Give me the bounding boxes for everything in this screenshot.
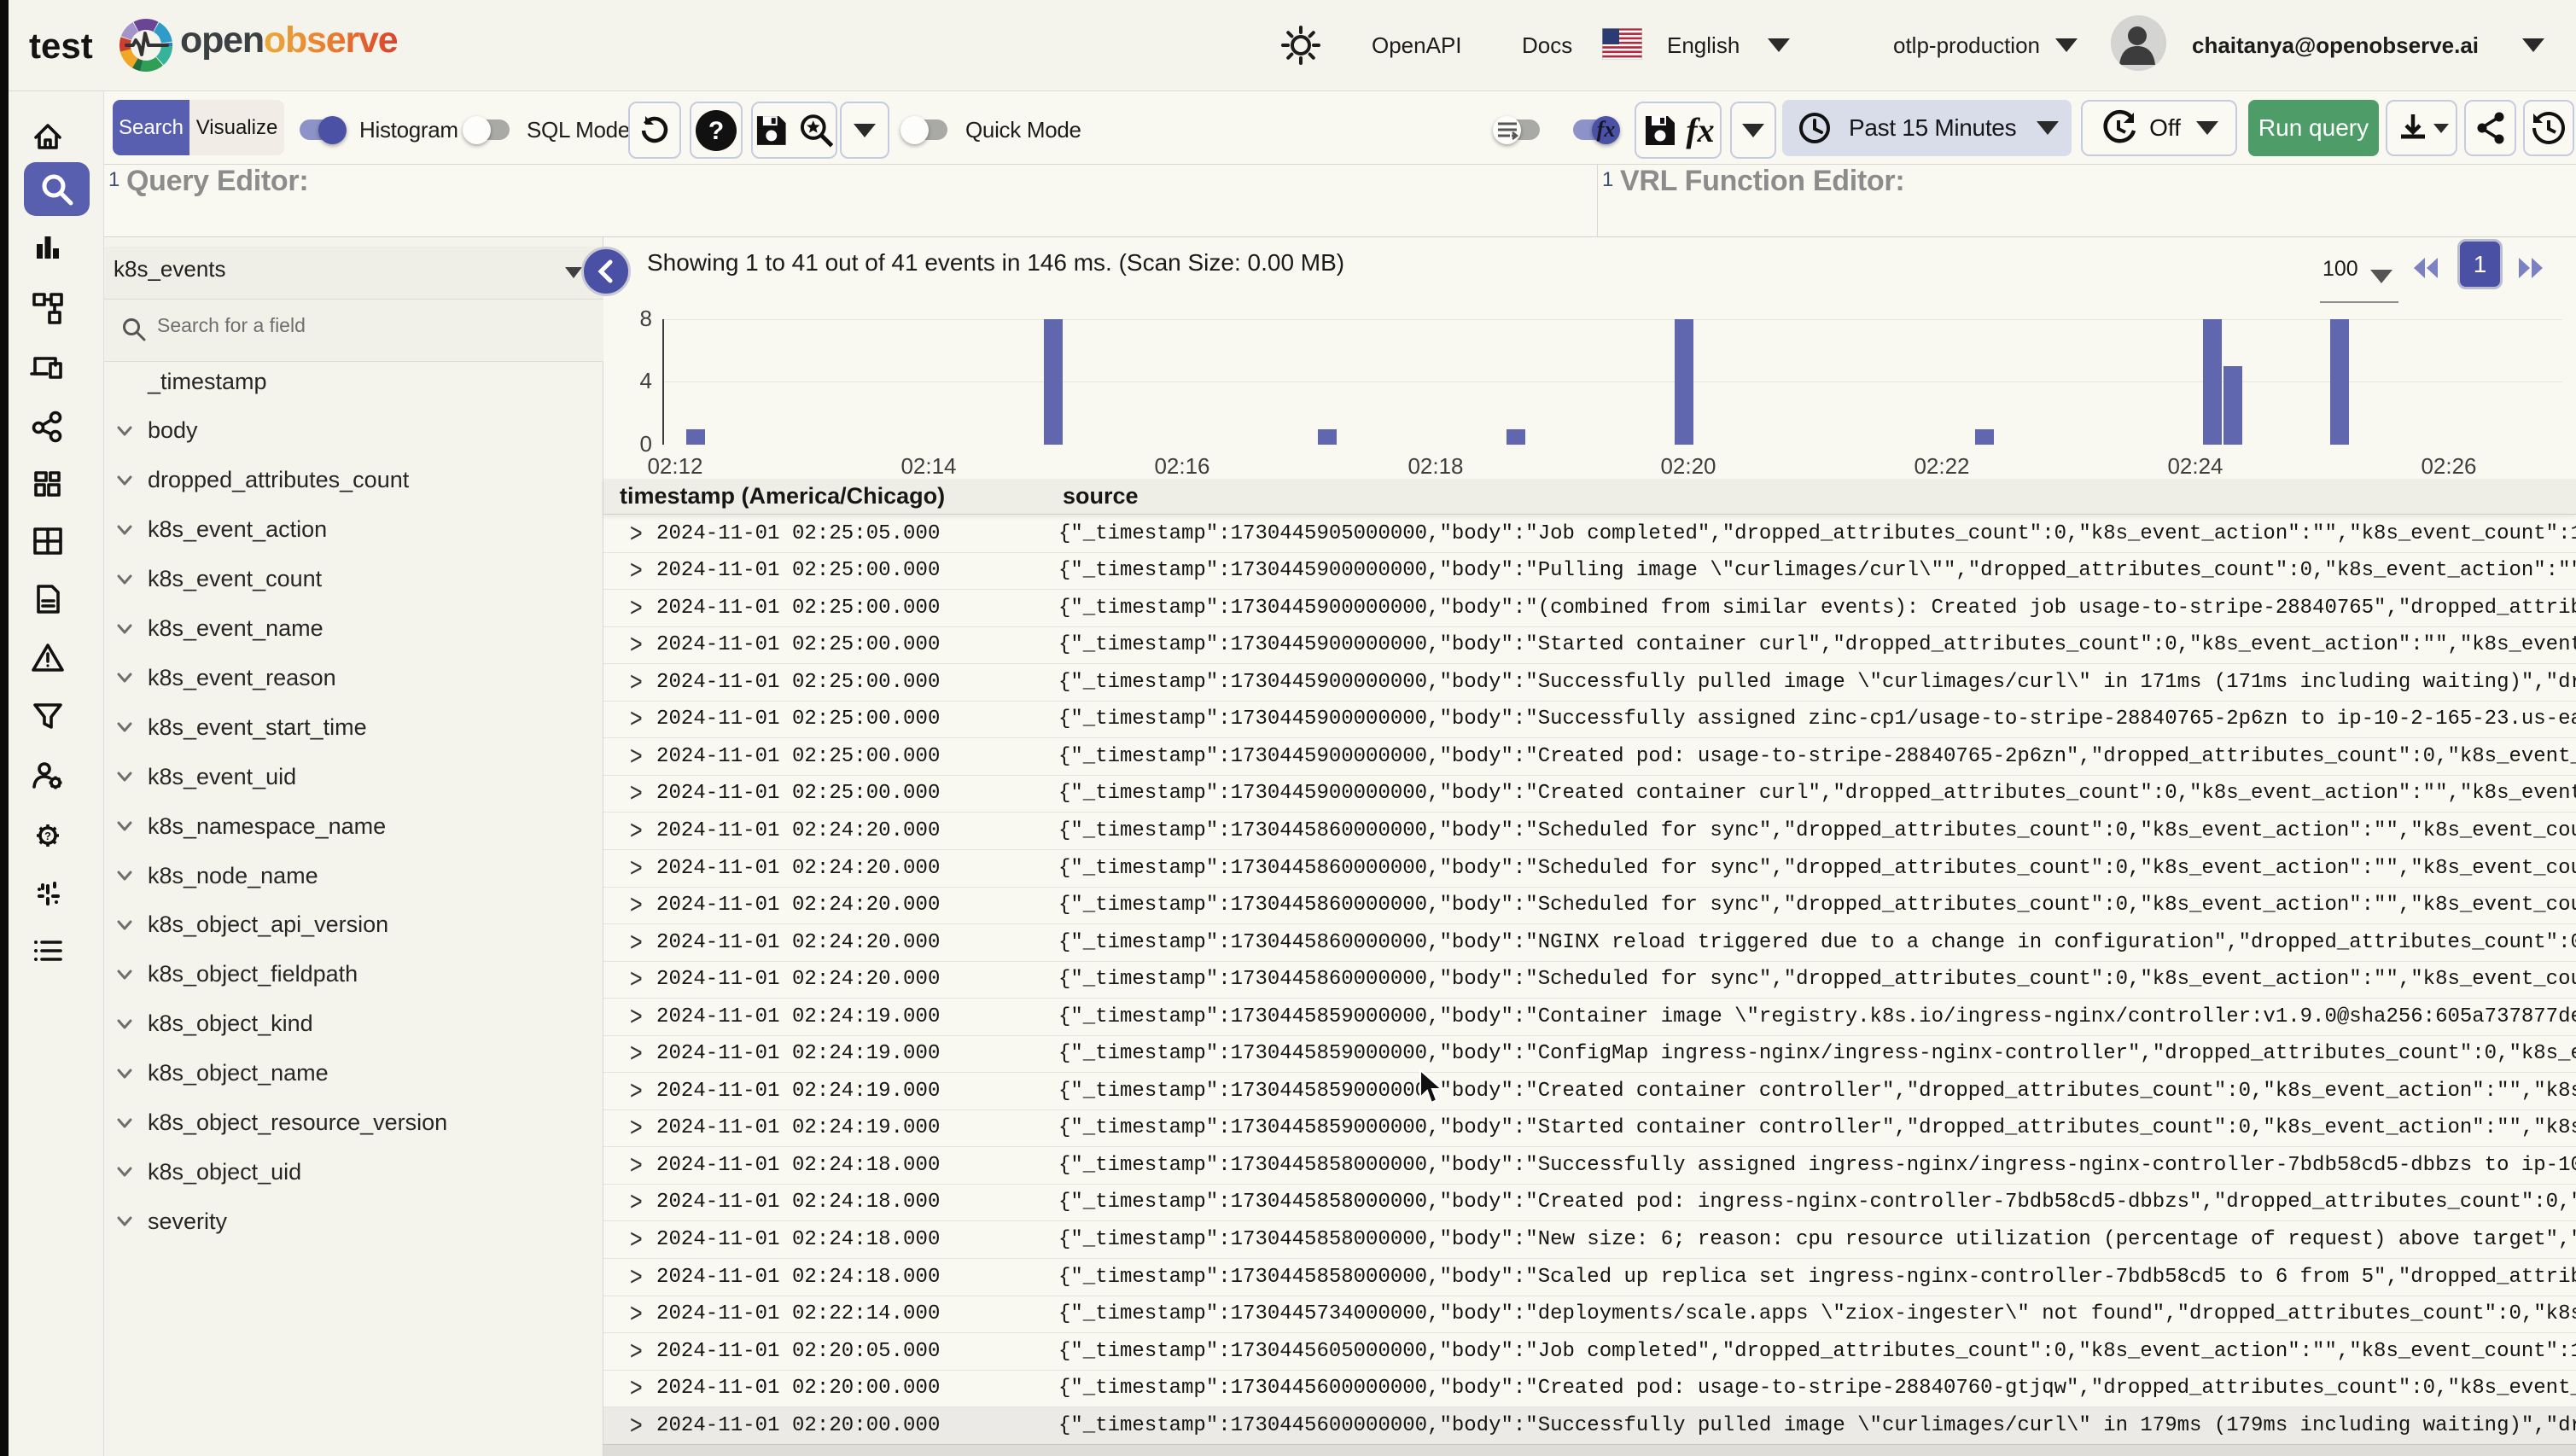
svg-text:?: ?	[708, 117, 724, 145]
svg-text:?: ?	[44, 830, 51, 842]
